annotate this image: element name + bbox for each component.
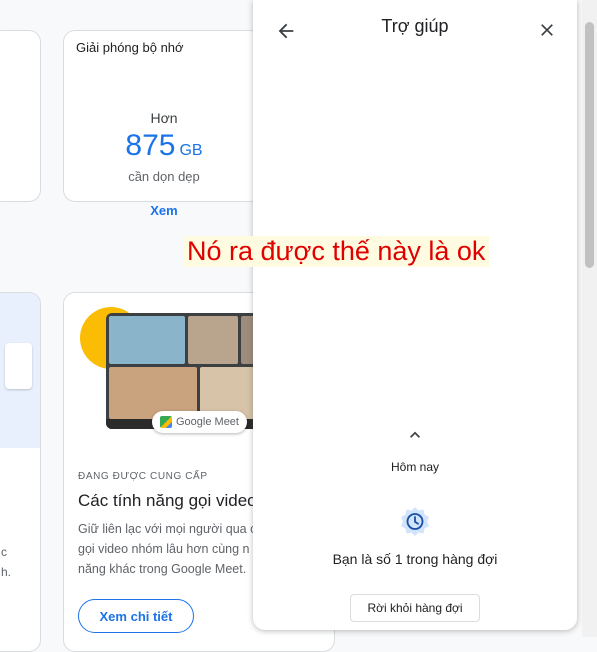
google-meet-badge: Google Meet: [152, 411, 247, 433]
view-details-button[interactable]: Xem chi tiết: [78, 599, 194, 633]
queue-status-text: Bạn là số 1 trong hàng đợi: [332, 551, 498, 567]
storage-amount-number: 875: [125, 129, 176, 162]
storage-card-title: Giải phóng bộ nhớ: [76, 40, 184, 55]
storage-amount: 875 GB: [64, 129, 264, 163]
meet-card-heading: Các tính năng gọi video: [78, 491, 257, 510]
storage-prefix: Hơn: [150, 110, 178, 126]
partial-card-top: [0, 30, 41, 202]
clock-icon: [401, 507, 429, 536]
mini-preview: [5, 343, 32, 389]
storage-card: Giải phóng bộ nhớ Hơn 875 GB cần dọn dẹp …: [63, 30, 264, 218]
partial-card-bottom: c h.: [0, 292, 41, 652]
page-scrollbar[interactable]: [582, 0, 597, 637]
storage-amount-unit: GB: [179, 142, 203, 159]
google-meet-icon: [160, 416, 172, 428]
google-meet-label: Google Meet: [176, 416, 239, 428]
meet-card-tag: ĐANG ĐƯỢC CUNG CẤP: [78, 471, 208, 482]
partial-card-text-2: h.: [1, 565, 12, 579]
chevron-up-icon[interactable]: [405, 425, 425, 445]
partial-card-text-1: c: [1, 545, 7, 559]
scrollbar-thumb[interactable]: [585, 22, 594, 268]
help-panel-title: Trợ giúp: [381, 16, 449, 36]
storage-view-link[interactable]: Xem: [64, 203, 264, 218]
leave-queue-button[interactable]: Rời khỏi hàng đợi: [350, 594, 480, 622]
conversation-date-label: Hôm nay: [390, 460, 440, 474]
overlay-annotation-text: Nó ra được thế này là ok: [183, 236, 490, 267]
close-icon[interactable]: [537, 20, 557, 40]
partial-card-illustration: [0, 293, 40, 448]
help-panel: Trợ giúp Hôm nay Bạn là số 1 trong hàng …: [253, 0, 577, 630]
storage-subtitle: cần dọn dẹp: [128, 169, 200, 184]
